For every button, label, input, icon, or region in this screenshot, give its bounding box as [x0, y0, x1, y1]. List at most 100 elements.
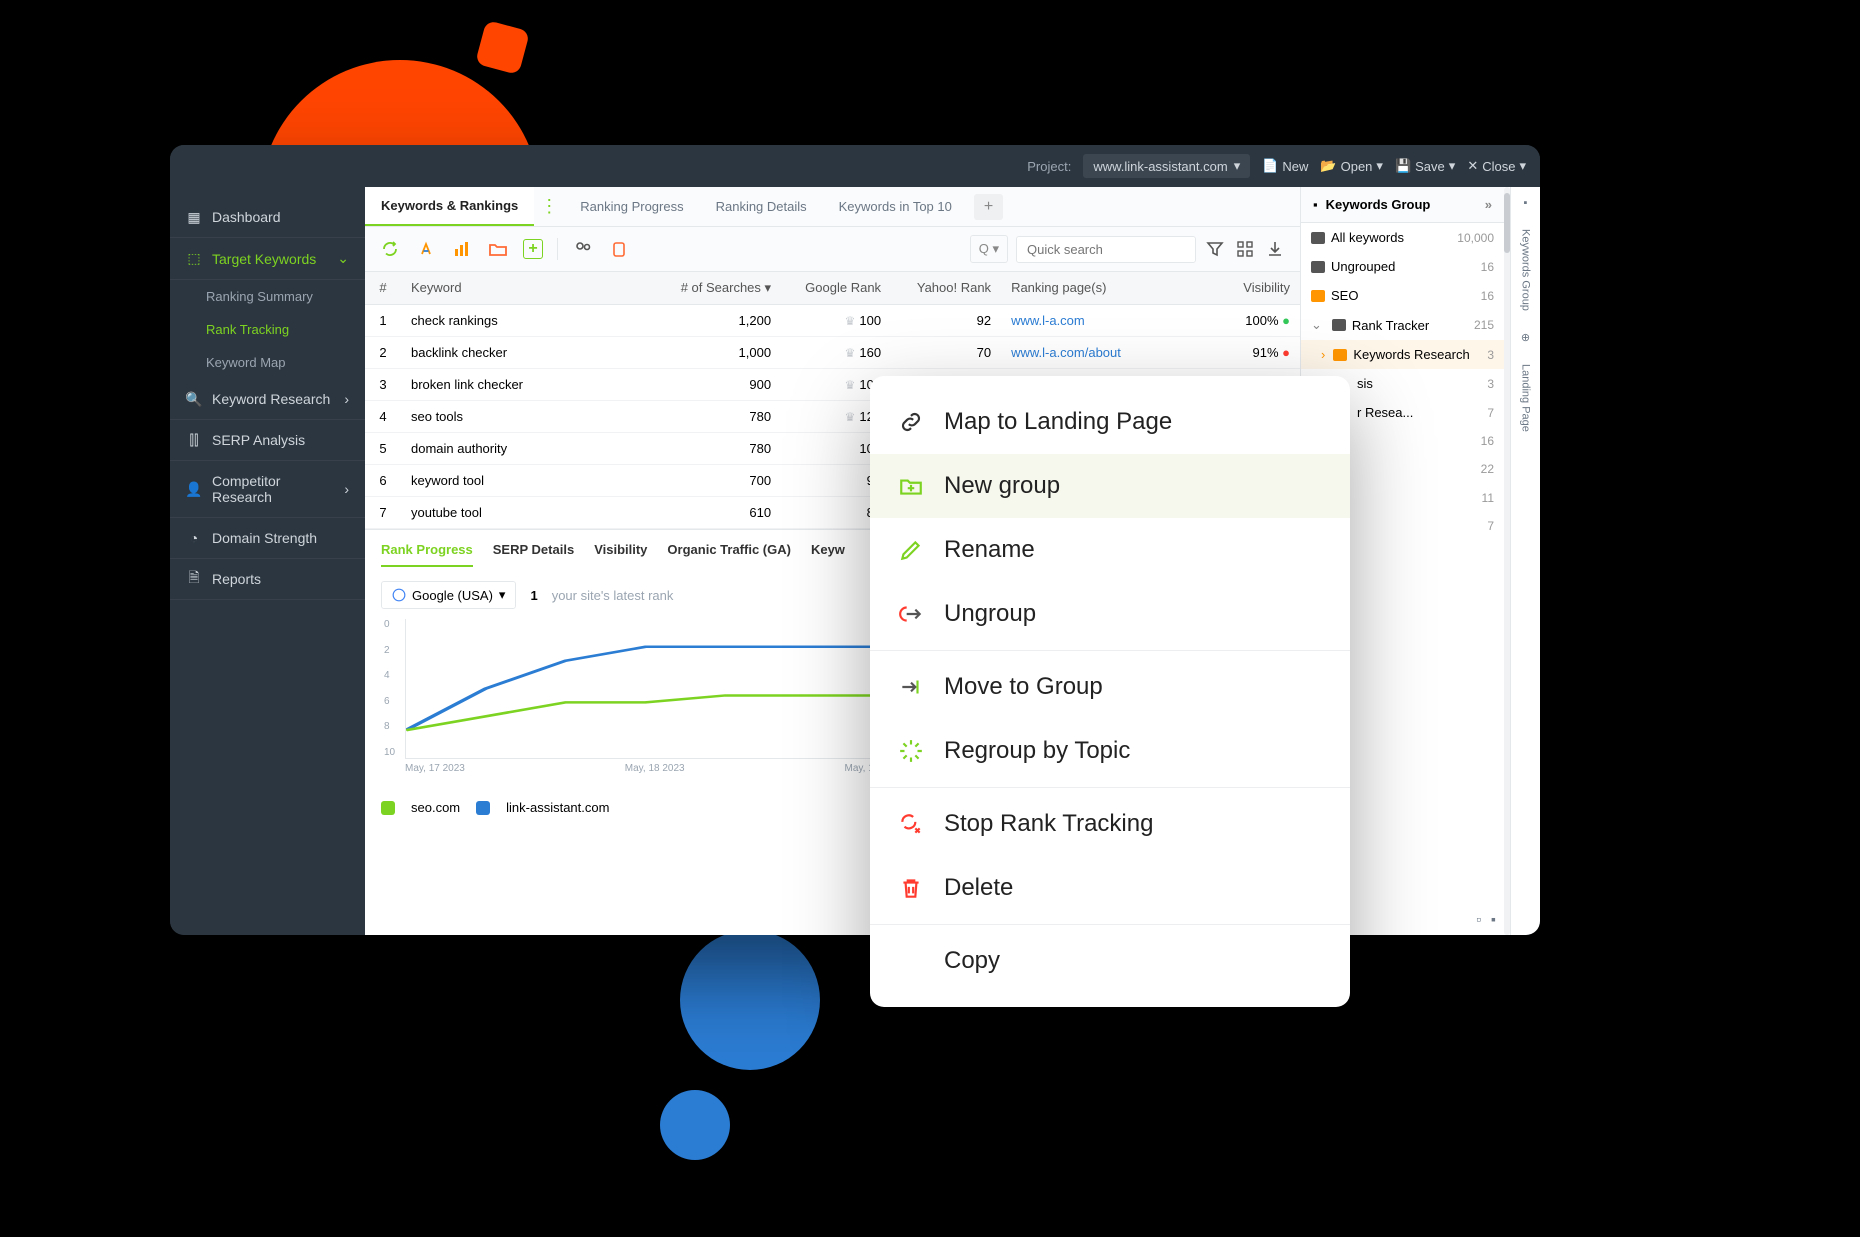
folder-icon[interactable]: ▪ — [1524, 197, 1528, 209]
download-icon[interactable] — [1264, 238, 1286, 260]
chevron-down-icon: ▾ — [499, 587, 506, 603]
cell-ranking-page[interactable]: www.l-a.com — [1001, 305, 1200, 336]
sidebar-item-dashboard[interactable]: ▦Dashboard — [170, 197, 365, 238]
legend-label-seo: seo.com — [411, 800, 460, 815]
cell-number: 3 — [365, 369, 401, 400]
divider — [557, 238, 558, 260]
crown-icon: ♛ — [845, 378, 856, 392]
group-count: 10,000 — [1457, 231, 1494, 245]
subtab-rank-progress[interactable]: Rank Progress — [381, 542, 473, 567]
menu-move-group[interactable]: Move to Group — [870, 655, 1350, 719]
tab-keywords-top10[interactable]: Keywords in Top 10 — [823, 188, 968, 225]
table-row[interactable]: 1 check rankings 1,200 ♛100 92 www.l-a.c… — [365, 305, 1300, 337]
filter-icon[interactable] — [1204, 238, 1226, 260]
search-input[interactable] — [1016, 236, 1196, 263]
sidebar-sub-rank-tracking[interactable]: Rank Tracking — [170, 313, 365, 346]
group-item[interactable]: All keywords 10,000 — [1301, 223, 1504, 252]
context-menu: Map to Landing Page New group Rename Ung… — [870, 376, 1350, 1007]
save-button[interactable]: 💾Save▾ — [1395, 158, 1455, 174]
group-count: 7 — [1487, 406, 1494, 420]
tool-a-icon[interactable] — [415, 238, 437, 260]
tab-add-button[interactable]: + — [974, 194, 1003, 220]
scrollbar[interactable] — [1504, 187, 1510, 935]
tab-keywords-rankings[interactable]: Keywords & Rankings — [365, 187, 534, 226]
close-button[interactable]: ✕Close▾ — [1467, 158, 1526, 174]
open-button[interactable]: 📂Open▾ — [1320, 158, 1383, 174]
cell-keyword: backlink checker — [401, 337, 651, 368]
menu-ungroup[interactable]: Ungroup — [870, 582, 1350, 646]
table-row[interactable]: 2 backlink checker 1,000 ♛160 70 www.l-a… — [365, 337, 1300, 369]
search-engine-select[interactable]: Google (USA) ▾ — [381, 581, 516, 609]
folder-icon[interactable]: ▪ — [1491, 911, 1496, 927]
group-item[interactable]: SEO 16 — [1301, 281, 1504, 310]
sort-desc-icon: ▾ — [765, 280, 772, 295]
group-label: SEO — [1331, 288, 1358, 303]
menu-new-group[interactable]: New group — [870, 454, 1350, 518]
expand-icon[interactable]: » — [1485, 197, 1492, 212]
globe-icon[interactable]: ⊕ — [1521, 331, 1530, 344]
clipboard-icon[interactable] — [608, 238, 630, 260]
rail-keywords-group[interactable]: Keywords Group — [1520, 229, 1532, 311]
sidebar-sub-keyword-map[interactable]: Keyword Map — [170, 346, 365, 379]
col-number[interactable]: # — [365, 272, 401, 304]
sidebar-item-reports[interactable]: 🗎Reports — [170, 559, 365, 600]
add-button[interactable]: + — [523, 239, 543, 259]
search-mode[interactable]: Q ▾ — [970, 235, 1008, 263]
crown-icon: ♛ — [845, 314, 856, 328]
col-searches[interactable]: # of Searches ▾ — [651, 272, 781, 304]
group-item[interactable]: Ungrouped 16 — [1301, 252, 1504, 281]
sidebar-item-domain-strength[interactable]: ◔Domain Strength — [170, 518, 365, 559]
cell-google-rank: ♛160 — [781, 337, 891, 368]
col-google-rank[interactable]: Google Rank — [781, 272, 891, 304]
tool-bars-icon[interactable] — [451, 238, 473, 260]
crown-icon: ♛ — [845, 410, 856, 424]
group-count: 11 — [1482, 491, 1494, 505]
sidebar-sub-ranking-summary[interactable]: Ranking Summary — [170, 280, 365, 313]
folder-icon — [1333, 349, 1347, 361]
group-item[interactable]: ⌄Rank Tracker 215 — [1301, 310, 1504, 340]
edit-icon — [898, 537, 924, 563]
menu-copy[interactable]: Copy — [870, 929, 1350, 993]
menu-rename[interactable]: Rename — [870, 518, 1350, 582]
users-icon[interactable] — [572, 238, 594, 260]
menu-delete[interactable]: Delete — [870, 856, 1350, 920]
cell-ranking-page[interactable]: www.l-a.com/about — [1001, 337, 1200, 368]
add-group-icon[interactable]: ▫ — [1476, 911, 1481, 927]
subtab-organic-traffic[interactable]: Organic Traffic (GA) — [667, 542, 791, 567]
tab-menu-icon[interactable]: ⋮ — [534, 196, 564, 217]
group-count: 7 — [1487, 519, 1494, 533]
tab-ranking-progress[interactable]: Ranking Progress — [564, 188, 699, 225]
refresh-icon[interactable] — [379, 238, 401, 260]
cell-number: 5 — [365, 433, 401, 464]
subtab-serp-details[interactable]: SERP Details — [493, 542, 574, 567]
cell-searches: 780 — [651, 401, 781, 432]
sidebar-item-serp-analysis[interactable]: ⫿⫿SERP Analysis — [170, 420, 365, 461]
bars-icon: ⫿⫿ — [186, 432, 202, 448]
subtab-keyword-more[interactable]: Keyw — [811, 542, 845, 567]
new-button[interactable]: 📄New — [1262, 158, 1308, 174]
cell-yahoo-rank: 70 — [891, 337, 1001, 368]
col-yahoo-rank[interactable]: Yahoo! Rank — [891, 272, 1001, 304]
rail-landing-page[interactable]: Landing Page — [1520, 364, 1532, 432]
col-ranking-page[interactable]: Ranking page(s) — [1001, 272, 1200, 304]
sidebar-item-keyword-research[interactable]: 🔍Keyword Research› — [170, 379, 365, 420]
col-keyword[interactable]: Keyword — [401, 272, 651, 304]
tool-folder-icon[interactable] — [487, 238, 509, 260]
menu-map-landing-page[interactable]: Map to Landing Page — [870, 390, 1350, 454]
menu-separator — [870, 924, 1350, 925]
subtab-visibility[interactable]: Visibility — [594, 542, 647, 567]
group-item[interactable]: ›Keywords Research 3 — [1301, 340, 1504, 369]
col-visibility[interactable]: Visibility — [1200, 272, 1300, 304]
project-select[interactable]: www.link-assistant.com ▾ — [1083, 154, 1250, 178]
menu-regroup-topic[interactable]: Regroup by Topic — [870, 719, 1350, 783]
ungroup-icon — [898, 601, 924, 627]
sidebar-item-target-keywords[interactable]: ⬚Target Keywords⌄ — [170, 238, 365, 280]
blank-icon — [898, 948, 924, 974]
legend-marker-la — [476, 801, 490, 815]
menu-stop-tracking[interactable]: Stop Rank Tracking — [870, 792, 1350, 856]
grid-icon: ▦ — [186, 209, 202, 225]
move-icon — [898, 674, 924, 700]
grid-icon[interactable] — [1234, 238, 1256, 260]
tab-ranking-details[interactable]: Ranking Details — [700, 188, 823, 225]
sidebar-item-competitor-research[interactable]: 👤Competitor Research› — [170, 461, 365, 518]
